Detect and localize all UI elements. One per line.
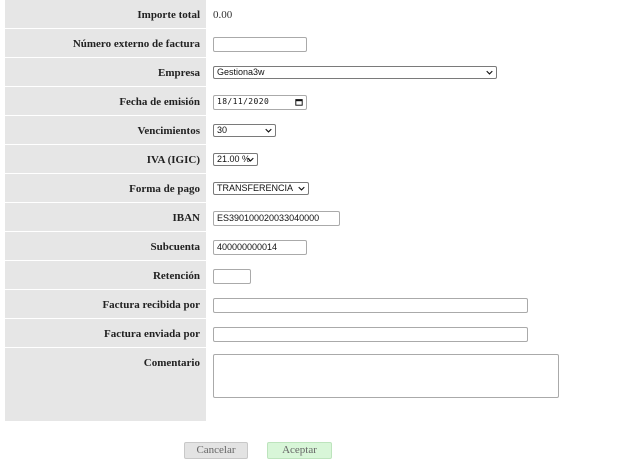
cancel-button[interactable]: Cancelar — [184, 442, 248, 459]
chevron-down-icon — [486, 70, 493, 75]
row-recibida-por: Factura recibida por — [5, 290, 625, 319]
label-subcuenta: Subcuenta — [5, 232, 206, 260]
row-empresa: Empresa Gestiona3w — [5, 58, 625, 87]
comentario-textarea[interactable] — [213, 354, 559, 398]
retencion-input[interactable] — [213, 269, 251, 284]
chevron-down-icon — [247, 157, 254, 162]
forma-pago-select-value: TRANSFERENCIA — [217, 183, 294, 193]
row-iva: IVA (IGIC) 21.00 % — [5, 145, 625, 174]
row-vencimientos: Vencimientos 30 — [5, 116, 625, 145]
row-retencion: Retención — [5, 261, 625, 290]
label-recibida-por: Factura recibida por — [5, 290, 206, 318]
accept-button[interactable]: Aceptar — [267, 442, 332, 459]
vencimientos-select-value: 30 — [217, 125, 228, 135]
label-forma-pago: Forma de pago — [5, 174, 206, 202]
label-iva: IVA (IGIC) — [5, 145, 206, 173]
row-enviada-por: Factura enviada por — [5, 319, 625, 348]
calendar-icon[interactable] — [295, 98, 303, 106]
label-enviada-por: Factura enviada por — [5, 319, 206, 347]
chevron-down-icon — [265, 128, 272, 133]
importe-total-cell: 0.00 — [213, 0, 232, 28]
chevron-down-icon — [298, 186, 305, 191]
vencimientos-select[interactable]: 30 — [213, 124, 276, 137]
subcuenta-input[interactable]: 400000000014 — [213, 240, 307, 255]
fecha-emision-input[interactable]: 18/11/2020 — [213, 95, 307, 110]
iban-input[interactable]: ES390100020033040000 — [213, 211, 340, 226]
empresa-select-value: Gestiona3w — [217, 67, 265, 77]
row-forma-pago: Forma de pago TRANSFERENCIA — [5, 174, 625, 203]
label-comentario: Comentario — [5, 348, 206, 421]
numero-externo-input[interactable] — [213, 37, 307, 52]
label-fecha-emision: Fecha de emisión — [5, 87, 206, 115]
row-iban: IBAN ES390100020033040000 — [5, 203, 625, 232]
recibida-por-input[interactable] — [213, 298, 528, 313]
iva-select[interactable]: 21.00 % — [213, 153, 258, 166]
empresa-select[interactable]: Gestiona3w — [213, 66, 497, 79]
enviada-por-input[interactable] — [213, 327, 528, 342]
label-empresa: Empresa — [5, 58, 206, 86]
row-fecha-emision: Fecha de emisión 18/11/2020 — [5, 87, 625, 116]
iva-select-value: 21.00 % — [217, 154, 251, 164]
row-numero-externo: Número externo de factura — [5, 29, 625, 58]
row-importe-total: Importe total 0.00 — [5, 0, 625, 29]
row-comentario: Comentario — [5, 348, 625, 422]
row-subcuenta: Subcuenta 400000000014 — [5, 232, 625, 261]
invoice-form: Importe total 0.00 Número externo de fac… — [5, 0, 625, 422]
label-vencimientos: Vencimientos — [5, 116, 206, 144]
label-retencion: Retención — [5, 261, 206, 289]
label-numero-externo: Número externo de factura — [5, 29, 206, 57]
label-importe-total: Importe total — [5, 0, 206, 28]
label-iban: IBAN — [5, 203, 206, 231]
fecha-emision-value: 18/11/2020 — [217, 97, 270, 106]
forma-pago-select[interactable]: TRANSFERENCIA — [213, 182, 309, 195]
importe-total-value: 0.00 — [213, 9, 233, 21]
